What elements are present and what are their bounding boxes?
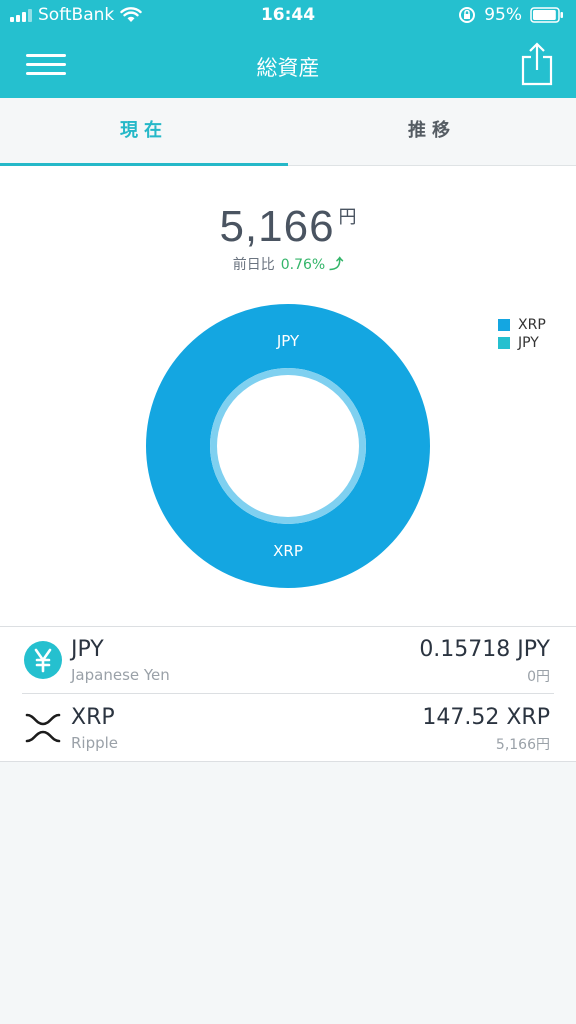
daily-change: 前日比 0.76% ⤴ — [0, 254, 576, 274]
chart-legend: XRP JPY — [498, 316, 546, 352]
asset-list: JPY Japanese Yen 0.15718 JPY 0円 XRP Ripp… — [0, 626, 576, 762]
legend-item-jpy: JPY — [498, 334, 546, 352]
slice-label-jpy: JPY — [276, 332, 300, 350]
asset-amount: 0.15718 JPY — [419, 637, 550, 662]
change-label: 前日比 — [232, 257, 275, 273]
tab-current[interactable]: 現在 — [0, 98, 288, 165]
battery-percent: 95% — [484, 5, 522, 25]
yen-icon — [24, 641, 62, 679]
donut-chart: JPY XRP — [146, 304, 430, 592]
asset-value: 5,166円 — [495, 737, 550, 753]
status-bar: SoftBank 16:44 95% — [0, 0, 576, 30]
legend-swatch-jpy — [498, 337, 510, 349]
donut-hole — [217, 375, 359, 517]
tab-bar: 現在 推移 — [0, 98, 576, 166]
change-percent: 0.76% — [280, 257, 326, 273]
total-unit: 円 — [338, 207, 357, 228]
orientation-lock-icon — [459, 7, 476, 23]
list-item-jpy[interactable]: JPY Japanese Yen 0.15718 JPY 0円 — [22, 627, 554, 694]
list-item-xrp[interactable]: XRP Ripple 147.52 XRP 5,166円 — [22, 695, 554, 762]
legend-swatch-xrp — [498, 319, 510, 331]
battery-icon — [530, 7, 563, 23]
asset-value: 0円 — [527, 669, 550, 685]
legend-label-jpy: JPY — [518, 335, 539, 351]
slice-label-xrp: XRP — [273, 542, 303, 560]
legend-item-xrp: XRP — [498, 316, 546, 334]
asset-symbol: XRP — [71, 705, 115, 730]
up-arrow-icon: ⤴ — [329, 257, 344, 273]
page-title: 総資産 — [256, 56, 320, 80]
battery-group: 95% — [458, 5, 564, 25]
asset-name: Japanese Yen — [71, 666, 170, 684]
tab-history[interactable]: 推移 — [288, 98, 576, 165]
legend-label-xrp: XRP — [518, 317, 546, 333]
total-amount: 5,166 — [219, 202, 335, 251]
summary-panel: 5,166 円 前日比 0.76% ⤴ JPY XRP XRP JPY — [0, 166, 576, 626]
share-icon — [521, 42, 553, 86]
asset-name: Ripple — [71, 734, 119, 752]
xrp-icon — [25, 713, 61, 743]
total-assets: 5,166 円 — [0, 202, 576, 252]
asset-amount: 147.52 XRP — [422, 705, 550, 730]
nav-bar: 総資産 — [0, 30, 576, 98]
share-button[interactable] — [520, 42, 554, 86]
asset-symbol: JPY — [71, 637, 104, 662]
